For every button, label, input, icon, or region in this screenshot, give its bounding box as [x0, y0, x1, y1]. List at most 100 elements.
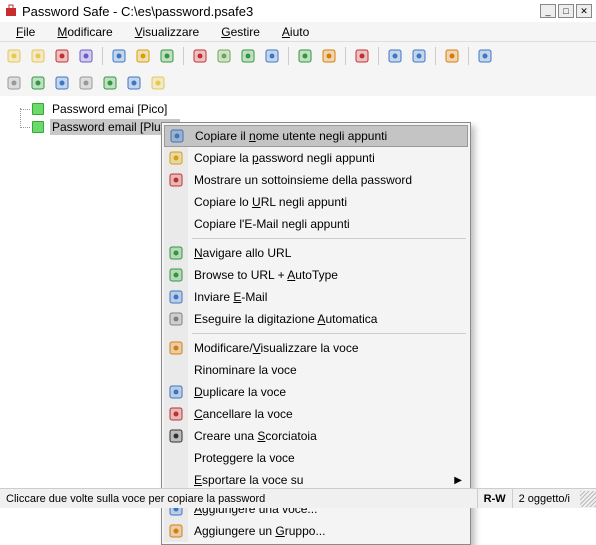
context-menu-item[interactable]: Copiare il nome utente negli appunti	[164, 125, 468, 147]
entry-label: Password emai [Pico]	[50, 101, 169, 117]
menu-edit[interactable]: Modificare	[47, 23, 122, 41]
context-menu-label: Copiare l'E-Mail negli appunti	[194, 217, 350, 231]
menu-bar: File Modificare Visualizzare Gestire Aiu…	[0, 22, 596, 42]
context-menu-label: Copiare la password negli appunti	[194, 151, 375, 165]
toolbar-separator	[378, 47, 379, 65]
context-menu-item[interactable]: Proteggere la voce	[164, 447, 468, 469]
help-icon[interactable]	[475, 46, 495, 66]
toolbar-separator	[102, 47, 103, 65]
status-count: 2 oggetto/i	[512, 489, 576, 508]
menu-file[interactable]: File	[6, 23, 45, 41]
context-menu-item[interactable]: Eseguire la digitazione Automatica	[164, 308, 468, 330]
context-menu-item[interactable]: Modificare/Visualizzare la voce	[164, 337, 468, 359]
duplicate-icon	[168, 384, 184, 400]
entry-icon	[32, 103, 44, 115]
context-menu: Copiare il nome utente negli appunti Copi…	[161, 122, 471, 545]
mail-tb-icon[interactable]	[262, 46, 282, 66]
close-window-button[interactable]: ✕	[576, 4, 592, 18]
toolbar-separator	[288, 47, 289, 65]
globe-plus-icon	[168, 267, 184, 283]
add-group-icon	[168, 523, 184, 539]
context-menu-separator	[192, 333, 466, 334]
find-icon[interactable]	[100, 73, 120, 93]
resize-grip[interactable]	[580, 491, 596, 507]
toolbar-primary	[0, 42, 596, 70]
new-file-icon[interactable]	[4, 46, 24, 66]
user-small-icon[interactable]	[52, 73, 72, 93]
mail-icon	[168, 289, 184, 305]
notes-copy-icon[interactable]	[157, 46, 177, 66]
context-menu-item[interactable]: Navigare allo URL	[164, 242, 468, 264]
tree-item[interactable]: Password emai [Pico]	[6, 100, 596, 118]
minimize-button[interactable]: _	[540, 4, 556, 18]
context-menu-label: Copiare lo URL negli appunti	[194, 195, 347, 209]
context-menu-item[interactable]: Cancellare la voce	[164, 403, 468, 425]
expand-icon[interactable]	[385, 46, 405, 66]
context-menu-label: Eseguire la digitazione Automatica	[194, 312, 377, 326]
context-menu-item[interactable]: Rinominare la voce	[164, 359, 468, 381]
context-menu-label: Inviare E-Mail	[194, 290, 267, 304]
window-controls: _ □ ✕	[538, 4, 592, 18]
toolbar-secondary	[0, 70, 596, 96]
app-icon	[4, 4, 18, 18]
user-icon	[169, 128, 185, 144]
options-icon[interactable]	[442, 46, 462, 66]
context-menu-label: Creare una Scorciatoia	[194, 429, 317, 443]
context-menu-label: Proteggere la voce	[194, 451, 295, 465]
pencil-icon	[168, 340, 184, 356]
submenu-arrow-icon: ▶	[454, 475, 462, 486]
context-menu-item[interactable]: Duplicare la voce	[164, 381, 468, 403]
user-copy-icon[interactable]	[109, 46, 129, 66]
open-file-icon[interactable]	[28, 46, 48, 66]
autotype-tb-icon[interactable]	[214, 46, 234, 66]
close-icon[interactable]	[52, 46, 72, 66]
context-menu-item[interactable]: Copiare la password negli appunti	[164, 147, 468, 169]
context-menu-label: Esportare la voce su	[194, 473, 303, 487]
toolbar-separator	[435, 47, 436, 65]
context-menu-label: Aggiungere un Gruppo...	[194, 524, 325, 538]
context-menu-label: Copiare il nome utente negli appunti	[195, 129, 387, 143]
list-icon[interactable]	[76, 73, 96, 93]
mail-small-icon[interactable]	[124, 73, 144, 93]
entry-icon	[32, 121, 44, 133]
context-menu-item[interactable]: Creare una Scorciatoia	[164, 425, 468, 447]
menu-manage[interactable]: Gestire	[211, 23, 270, 41]
context-menu-label: Mostrare un sottoinsieme della password	[194, 173, 412, 187]
globe-icon	[168, 245, 184, 261]
context-menu-item[interactable]: Aggiungere un Gruppo...	[164, 520, 468, 542]
context-menu-label: Rinominare la voce	[194, 363, 297, 377]
status-hint: Cliccare due volte sulla voce per copiar…	[0, 493, 477, 505]
toolbar-separator	[345, 47, 346, 65]
key-copy-icon[interactable]	[133, 46, 153, 66]
key-icon	[168, 150, 184, 166]
context-menu-label: Duplicare la voce	[194, 385, 286, 399]
delete-icon	[168, 406, 184, 422]
context-menu-label: Cancellare la voce	[194, 407, 293, 421]
tag-green-icon[interactable]	[28, 73, 48, 93]
context-menu-item[interactable]: Copiare l'E-Mail negli appunti	[164, 213, 468, 235]
clear-clipboard-icon[interactable]	[190, 46, 210, 66]
edit-entry-tb-icon[interactable]	[319, 46, 339, 66]
globe-tb-icon[interactable]	[238, 46, 258, 66]
context-menu-item[interactable]: Mostrare un sottoinsieme della password	[164, 169, 468, 191]
context-menu-label: Browse to URL + AutoType	[194, 268, 338, 282]
menu-help[interactable]: Aiuto	[272, 23, 319, 41]
title-bar: Password Safe - C:\es\password.psafe3 _ …	[0, 0, 596, 22]
autotype-icon	[168, 311, 184, 327]
maximize-button[interactable]: □	[558, 4, 574, 18]
tag-icon[interactable]	[4, 73, 24, 93]
add-entry-tb-icon[interactable]	[295, 46, 315, 66]
menu-view[interactable]: Visualizzare	[125, 23, 210, 41]
context-menu-item[interactable]: Browse to URL + AutoType	[164, 264, 468, 286]
status-bar: Cliccare due volte sulla voce per copiar…	[0, 488, 596, 508]
toolbar-separator	[468, 47, 469, 65]
context-menu-item[interactable]: Inviare E-Mail	[164, 286, 468, 308]
context-menu-item[interactable]: Copiare lo URL negli appunti	[164, 191, 468, 213]
context-menu-separator	[192, 238, 466, 239]
collapse-icon[interactable]	[409, 46, 429, 66]
window-title: Password Safe - C:\es\password.psafe3	[22, 4, 538, 19]
folder-icon[interactable]	[148, 73, 168, 93]
delete-tb-icon[interactable]	[352, 46, 372, 66]
subset-icon	[168, 172, 184, 188]
save-icon[interactable]	[76, 46, 96, 66]
